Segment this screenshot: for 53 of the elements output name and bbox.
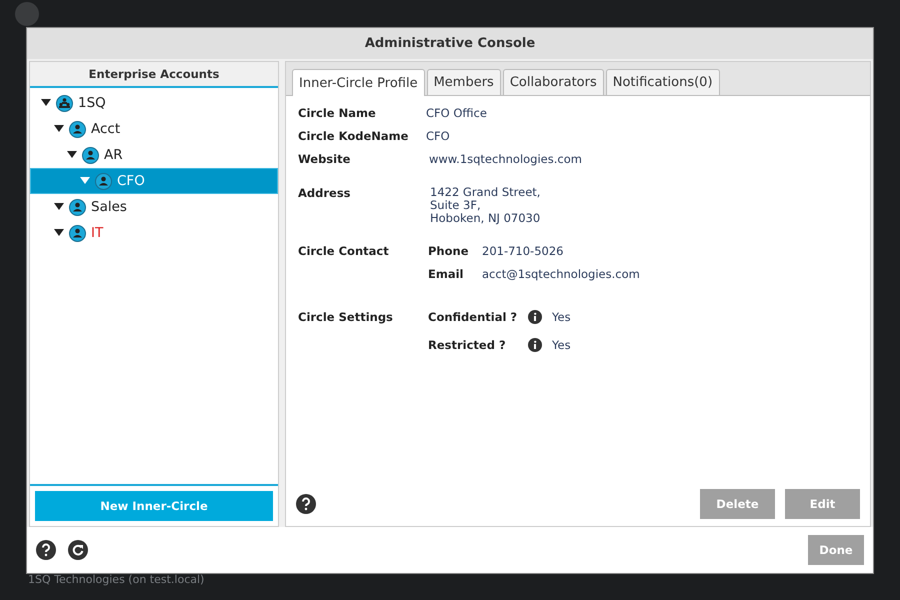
group-icon (69, 198, 86, 216)
group-icon (69, 120, 86, 138)
group-icon (56, 94, 73, 112)
field-label: Circle Contact (298, 244, 389, 258)
tab[interactable]: Collaborators (502, 69, 604, 95)
tab[interactable]: Notifications(0) (606, 69, 720, 95)
caret-icon[interactable] (54, 229, 64, 237)
field-label: Circle Name (298, 106, 376, 120)
help-icon[interactable] (296, 494, 316, 514)
group-icon (95, 172, 112, 190)
tree-label: Acct (91, 121, 120, 137)
dialog-title: Administrative Console (27, 28, 873, 59)
field-value: Yes (552, 338, 572, 352)
status-text: 1SQ Technologies (on test.local) (28, 573, 204, 586)
tree-label: 1SQ (78, 95, 106, 111)
field-value: www.1sqtechnologies.com (428, 152, 582, 166)
tree-label: AR (104, 147, 123, 163)
group-icon (82, 146, 99, 164)
field-value: acct@1sqtechnologies.com (482, 267, 641, 281)
field-label: Website (298, 152, 350, 166)
field-label: Phone (428, 244, 470, 258)
field-label: Circle KodeName (298, 129, 408, 143)
tree-item[interactable]: 1SQ (30, 90, 278, 116)
tree-item[interactable]: Acct (30, 116, 278, 142)
info-icon[interactable] (528, 338, 542, 352)
tree-label: IT (91, 225, 104, 241)
tree-item[interactable]: AR (30, 142, 278, 168)
info-icon[interactable] (528, 310, 542, 324)
field-label: Confidential ? (428, 310, 518, 324)
field-label: Address (298, 186, 351, 200)
tree-label: Sales (91, 199, 127, 215)
caret-icon[interactable] (54, 125, 64, 133)
panel-heading: Enterprise Accounts (30, 62, 278, 88)
caret-icon[interactable] (67, 151, 77, 159)
caret-icon[interactable] (41, 99, 51, 107)
help-icon[interactable] (36, 540, 56, 560)
tree-item[interactable]: IT (30, 220, 278, 246)
tab[interactable]: Members (426, 69, 501, 95)
caret-icon[interactable] (54, 203, 64, 211)
field-value: CFO (426, 129, 450, 143)
field-label: Restricted ? (428, 338, 507, 352)
tab[interactable]: Inner-Circle Profile (292, 69, 425, 96)
field-value: Yes (552, 310, 572, 324)
tree-item[interactable]: Sales (30, 194, 278, 220)
field-label: Circle Settings (298, 310, 393, 324)
group-icon (69, 224, 86, 242)
field-value: 201-710-5026 (482, 244, 564, 258)
address-text: 1422 Grand Street, Suite 3F, Hoboken, NJ 07030 (429, 186, 542, 225)
field-label: Email (428, 267, 464, 281)
field-value: CFO Office (426, 106, 487, 120)
tree-label: CFO (117, 173, 145, 189)
refresh-icon[interactable] (68, 540, 88, 560)
logo-icon (14, 0, 40, 26)
